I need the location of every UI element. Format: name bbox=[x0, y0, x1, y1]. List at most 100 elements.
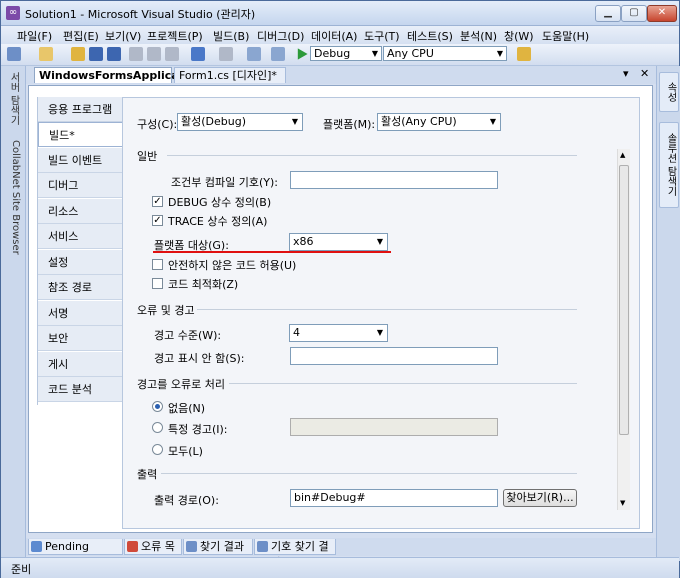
redo-icon[interactable] bbox=[219, 47, 233, 61]
menu-debug[interactable]: 디버그(D) bbox=[257, 28, 304, 44]
solution-explorer-tab[interactable]: 솔루션 탐색기 bbox=[659, 122, 679, 208]
collabnet-site-browser-tab[interactable]: CollabNet Site Browser bbox=[5, 140, 21, 255]
right-tool-strip: 속성 솔루션 탐색기 bbox=[656, 66, 680, 561]
left-tool-strip: 서버 탐색기 CollabNet Site Browser bbox=[1, 66, 26, 561]
nav-item-settings[interactable]: 설정 bbox=[38, 250, 122, 275]
debug-constant-checkbox[interactable]: ✓ bbox=[152, 196, 163, 207]
tab-find-results-1[interactable]: 찾기 결과 1 bbox=[183, 539, 253, 569]
tab-find-symbol-results[interactable]: 기호 찾기 결과 bbox=[254, 539, 336, 569]
warning-level-select[interactable]: 4 ▼ bbox=[289, 324, 388, 342]
error-list-icon bbox=[127, 541, 138, 552]
conditional-symbols-label: 조건부 컴파일 기호(Y): bbox=[171, 176, 278, 189]
tab-form1-designer[interactable]: Form1.cs [디자인]* bbox=[174, 67, 286, 83]
nav-item-application[interactable]: 응용 프로그램 bbox=[38, 97, 122, 122]
platform-select[interactable]: 활성(Any CPU) ▼ bbox=[377, 113, 501, 131]
nav-item-publish[interactable]: 게시 bbox=[38, 352, 122, 377]
menu-help[interactable]: 도움말(H) bbox=[542, 28, 589, 44]
configuration-select[interactable]: 활성(Debug) ▼ bbox=[177, 113, 303, 131]
properties-tab[interactable]: 속성 bbox=[659, 72, 679, 112]
open-file-icon[interactable] bbox=[71, 47, 85, 61]
divider bbox=[197, 309, 577, 310]
tab-error-list[interactable]: 오류 목록 bbox=[124, 539, 182, 569]
menu-tools[interactable]: 도구(T) bbox=[364, 28, 400, 44]
scroll-up-icon[interactable]: ▲ bbox=[620, 151, 625, 159]
output-section-header: 출력 bbox=[137, 468, 158, 481]
navigate-forward-icon[interactable] bbox=[271, 47, 285, 61]
solution-configuration-select[interactable]: Debug ▼ bbox=[310, 46, 382, 61]
conditional-symbols-input[interactable] bbox=[290, 171, 498, 189]
save-all-icon[interactable] bbox=[107, 47, 121, 61]
vertical-scrollbar[interactable]: ▲ ▼ bbox=[617, 149, 630, 510]
errors-warnings-section-header: 오류 및 경고 bbox=[137, 304, 195, 317]
general-section-header: 일반 bbox=[137, 150, 158, 163]
menu-project[interactable]: 프로젝트(P) bbox=[147, 28, 203, 44]
divider bbox=[167, 155, 577, 156]
menu-file[interactable]: 파일(F) bbox=[17, 28, 52, 44]
minimize-button[interactable]: ▁ bbox=[595, 5, 621, 22]
treat-all-radio[interactable] bbox=[152, 444, 163, 455]
nav-item-services[interactable]: 서비스 bbox=[38, 224, 122, 249]
browse-button[interactable]: 찾아보기(R)... bbox=[503, 489, 577, 507]
save-icon[interactable] bbox=[89, 47, 103, 61]
add-item-icon[interactable] bbox=[39, 47, 53, 61]
menu-view[interactable]: 보기(V) bbox=[105, 28, 141, 44]
find-symbol-icon bbox=[257, 541, 268, 552]
property-page-nav: 응용 프로그램 빌드* 빌드 이벤트 디버그 리소스 서비스 설정 참조 경로 … bbox=[37, 97, 124, 405]
menu-data[interactable]: 데이터(A) bbox=[311, 28, 357, 44]
platform-target-value: x86 bbox=[293, 235, 314, 248]
scroll-down-icon[interactable]: ▼ bbox=[620, 499, 625, 507]
nav-item-code-analysis[interactable]: 코드 분석 bbox=[38, 377, 122, 402]
platform-target-select[interactable]: x86 ▼ bbox=[289, 233, 388, 251]
copy-icon[interactable] bbox=[147, 47, 161, 61]
chevron-down-icon: ▼ bbox=[496, 49, 503, 58]
allow-unsafe-code-checkbox[interactable] bbox=[152, 259, 163, 270]
paste-icon[interactable] bbox=[165, 47, 179, 61]
optimize-code-checkbox[interactable] bbox=[152, 278, 163, 289]
configuration-label: 구성(C): bbox=[137, 118, 178, 131]
pending-changes-icon bbox=[31, 541, 42, 552]
specific-warnings-input bbox=[290, 418, 498, 436]
new-project-icon[interactable] bbox=[7, 47, 21, 61]
tab-list-dropdown-icon[interactable]: ▾ bbox=[623, 67, 629, 80]
trace-constant-label: TRACE 상수 정의(A) bbox=[168, 215, 268, 228]
optimize-code-label: 코드 최적화(Z) bbox=[168, 278, 239, 291]
treat-all-label: 모두(L) bbox=[168, 445, 203, 458]
bottom-tool-tabs: Pending Changes 오류 목록 찾기 결과 1 기호 찾기 결과 bbox=[26, 538, 656, 569]
menu-edit[interactable]: 편집(E) bbox=[63, 28, 99, 44]
start-debugging-icon[interactable] bbox=[297, 48, 308, 60]
chevron-down-icon: ▼ bbox=[376, 237, 383, 246]
undo-icon[interactable] bbox=[191, 47, 205, 61]
navigate-backward-icon[interactable] bbox=[247, 47, 261, 61]
tab-pending-changes[interactable]: Pending Changes bbox=[28, 539, 123, 569]
cut-icon[interactable] bbox=[129, 47, 143, 61]
menu-test[interactable]: 테스트(S) bbox=[407, 28, 453, 44]
document-tab-strip: WindowsFormsApplication1* Form1.cs [디자인]… bbox=[26, 66, 656, 84]
trace-constant-checkbox[interactable]: ✓ bbox=[152, 215, 163, 226]
menu-analyze[interactable]: 분석(N) bbox=[460, 28, 497, 44]
nav-item-security[interactable]: 보안 bbox=[38, 326, 122, 351]
treat-none-radio[interactable] bbox=[152, 401, 163, 412]
tab-project-properties[interactable]: WindowsFormsApplication1* bbox=[34, 67, 217, 83]
nav-item-reference-paths[interactable]: 참조 경로 bbox=[38, 275, 122, 300]
treat-warnings-section-header: 경고를 오류로 처리 bbox=[137, 378, 225, 391]
close-document-icon[interactable]: ✕ bbox=[640, 67, 649, 80]
nav-item-signing[interactable]: 서명 bbox=[38, 301, 122, 326]
find-in-files-icon[interactable] bbox=[517, 47, 531, 61]
find-results-icon bbox=[186, 541, 197, 552]
treat-specific-radio[interactable] bbox=[152, 422, 163, 433]
nav-item-resources[interactable]: 리소스 bbox=[38, 199, 122, 224]
menu-build[interactable]: 빌드(B) bbox=[213, 28, 249, 44]
suppress-warnings-input[interactable] bbox=[290, 347, 498, 365]
solution-platform-value: Any CPU bbox=[387, 47, 434, 60]
nav-item-build[interactable]: 빌드* bbox=[38, 122, 124, 147]
scrollbar-thumb[interactable] bbox=[619, 165, 629, 435]
maximize-button[interactable]: ▢ bbox=[621, 5, 647, 22]
close-button[interactable]: ✕ bbox=[647, 5, 677, 22]
solution-platform-select[interactable]: Any CPU ▼ bbox=[383, 46, 507, 61]
nav-item-debug[interactable]: 디버그 bbox=[38, 173, 122, 198]
menu-window[interactable]: 창(W) bbox=[504, 28, 534, 44]
server-explorer-tab[interactable]: 서버 탐색기 bbox=[5, 72, 21, 125]
allow-unsafe-code-label: 안전하지 않은 코드 허용(U) bbox=[168, 259, 297, 272]
output-path-input[interactable]: bin#Debug# bbox=[290, 489, 498, 507]
nav-item-build-events[interactable]: 빌드 이벤트 bbox=[38, 148, 122, 173]
